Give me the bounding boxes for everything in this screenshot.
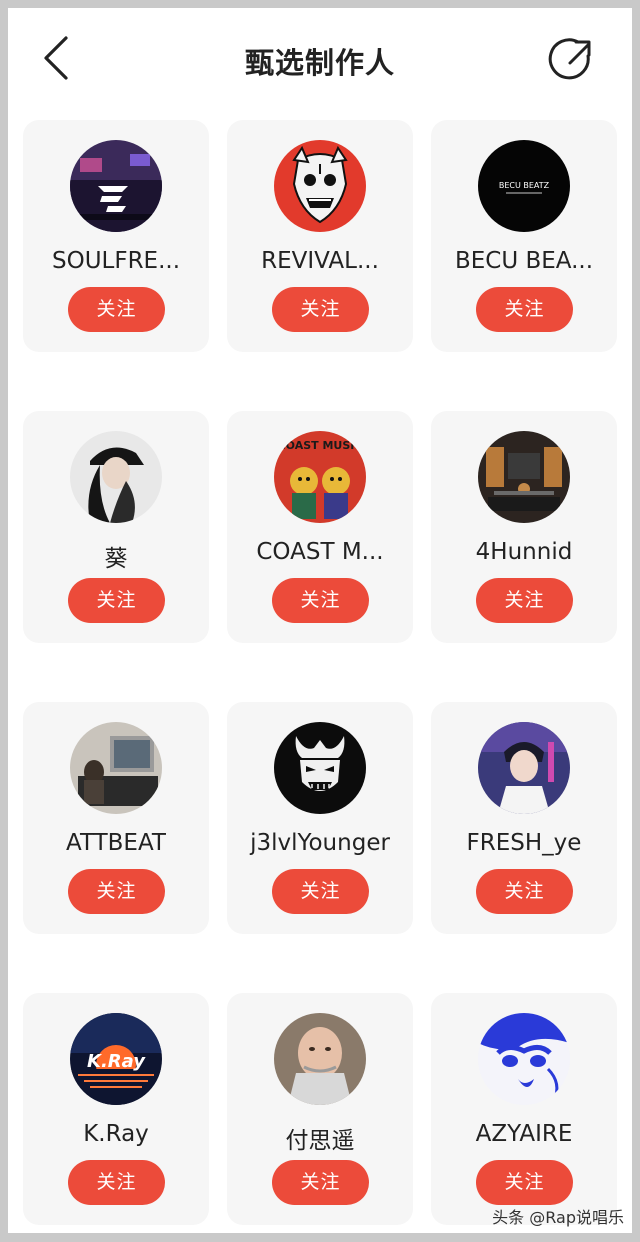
producer-avatar[interactable] bbox=[274, 722, 366, 814]
producer-name: COAST M... bbox=[256, 539, 384, 565]
producer-avatar[interactable]: BECU BEATZ bbox=[478, 140, 570, 232]
follow-button[interactable]: 关注 bbox=[68, 869, 165, 914]
producer-card[interactable]: ATTBEAT 关注 bbox=[23, 702, 209, 934]
producer-name: AZYAIRE bbox=[475, 1121, 573, 1147]
producer-name: ATTBEAT bbox=[66, 830, 166, 856]
producer-avatar[interactable] bbox=[478, 722, 570, 814]
producer-name: SOULFRE... bbox=[51, 248, 181, 274]
follow-button[interactable]: 关注 bbox=[476, 1160, 573, 1205]
producer-card[interactable]: BECU BEATZ BECU BEA... 关注 bbox=[431, 120, 617, 352]
producer-card[interactable]: 付思遥 关注 bbox=[227, 993, 413, 1225]
follow-button[interactable]: 关注 bbox=[476, 287, 573, 332]
share-icon[interactable] bbox=[548, 32, 596, 84]
producer-card[interactable]: REVIVAL... 关注 bbox=[227, 120, 413, 352]
producer-card[interactable]: FRESH_ye 关注 bbox=[431, 702, 617, 934]
producer-card[interactable]: COAST MUSIC COAST M... 关注 bbox=[227, 411, 413, 643]
producer-avatar[interactable] bbox=[478, 431, 570, 523]
avatar-logo-text: COAST MUSIC bbox=[278, 439, 363, 452]
avatar-logo-text: BECU BEATZ bbox=[499, 181, 550, 190]
producer-avatar[interactable] bbox=[70, 140, 162, 232]
producer-name: 葵 bbox=[104, 546, 128, 572]
page-title: 甄选制作人 bbox=[244, 46, 395, 80]
follow-button[interactable]: 关注 bbox=[68, 578, 165, 623]
producer-card[interactable]: AZYAIRE 关注 bbox=[431, 993, 617, 1225]
follow-button[interactable]: 关注 bbox=[68, 287, 165, 332]
producer-name: FRESH_ye bbox=[466, 830, 582, 856]
follow-button[interactable]: 关注 bbox=[68, 1160, 165, 1205]
producer-card[interactable]: j3lvlYounger 关注 bbox=[227, 702, 413, 934]
producer-avatar[interactable] bbox=[478, 1013, 570, 1105]
producer-card[interactable]: 4Hunnid 关注 bbox=[431, 411, 617, 643]
top-navigation-bar: 甄选制作人 bbox=[8, 8, 632, 104]
producer-avatar[interactable] bbox=[70, 722, 162, 814]
avatar-logo-text: K.Ray bbox=[87, 1051, 146, 1072]
producer-name: j3lvlYounger bbox=[250, 830, 390, 856]
follow-button[interactable]: 关注 bbox=[272, 287, 369, 332]
follow-button[interactable]: 关注 bbox=[272, 869, 369, 914]
producer-avatar[interactable] bbox=[70, 431, 162, 523]
follow-button[interactable]: 关注 bbox=[272, 1160, 369, 1205]
producer-card[interactable]: 葵 关注 bbox=[23, 411, 209, 643]
producer-name: BECU BEA... bbox=[454, 248, 594, 274]
producer-card[interactable]: SOULFRE... 关注 bbox=[23, 120, 209, 352]
watermark-text: 头条 @Rap说唱乐 bbox=[492, 1208, 624, 1227]
producer-card[interactable]: K.Ray K.Ray 关注 bbox=[23, 993, 209, 1225]
follow-button[interactable]: 关注 bbox=[476, 578, 573, 623]
producer-name: REVIVAL... bbox=[261, 248, 379, 274]
follow-button[interactable]: 关注 bbox=[476, 869, 573, 914]
producer-name: 4Hunnid bbox=[475, 539, 573, 565]
producer-avatar[interactable] bbox=[274, 1013, 366, 1105]
producer-avatar[interactable] bbox=[274, 140, 366, 232]
follow-button[interactable]: 关注 bbox=[272, 578, 369, 623]
producer-avatar[interactable]: K.Ray bbox=[70, 1013, 162, 1105]
producer-avatar[interactable]: COAST MUSIC bbox=[274, 431, 366, 523]
producer-name: K.Ray bbox=[83, 1121, 149, 1147]
producer-name: 付思遥 bbox=[285, 1128, 355, 1154]
